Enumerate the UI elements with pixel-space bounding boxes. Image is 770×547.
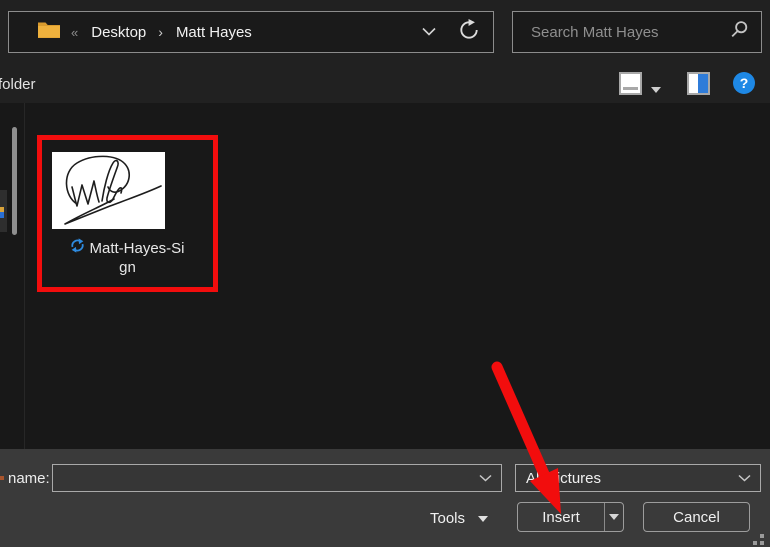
help-icon[interactable]: ? <box>733 72 755 94</box>
new-folder-button-partial[interactable]: folder <box>0 76 36 93</box>
signature-image <box>64 155 162 225</box>
file-type-chevron-down-icon[interactable] <box>738 469 751 487</box>
address-bar[interactable]: « Desktop › Matt Hayes <box>8 11 494 53</box>
breadcrumb-matt-hayes[interactable]: Matt Hayes <box>176 24 252 41</box>
breadcrumb-desktop[interactable]: Desktop <box>91 24 146 41</box>
tools-dropdown[interactable]: Tools <box>430 506 489 530</box>
insert-dropdown-caret-icon[interactable] <box>605 514 623 520</box>
resize-grip-dot[interactable] <box>760 541 764 545</box>
breadcrumb-separator-icon: › <box>158 24 163 40</box>
search-icon[interactable] <box>730 20 749 44</box>
search-box[interactable] <box>512 11 762 53</box>
sync-icon <box>70 238 85 258</box>
refresh-icon[interactable] <box>458 18 480 46</box>
tools-label: Tools <box>430 509 466 527</box>
file-type-selected: All Pictures <box>526 469 602 487</box>
file-name-chevron-down-icon[interactable] <box>479 469 492 487</box>
file-name-label: name: <box>8 470 50 487</box>
preview-pane-icon[interactable] <box>687 72 710 95</box>
file-name-combobox[interactable] <box>52 464 502 492</box>
nav-pane-divider <box>24 103 25 449</box>
file-name-input[interactable] <box>53 469 479 487</box>
resize-grip-dot[interactable] <box>753 541 757 545</box>
folder-icon <box>37 20 61 44</box>
resize-grip-dot[interactable] <box>760 534 764 538</box>
file-thumbnail[interactable] <box>52 152 165 229</box>
nav-scrollbar-thumb[interactable] <box>12 127 17 235</box>
file-type-combobox[interactable]: All Pictures <box>515 464 761 492</box>
file-label[interactable]: Matt-Hayes-Si gn <box>37 238 218 277</box>
help-glyph: ? <box>739 75 749 91</box>
cancel-button[interactable]: Cancel <box>643 502 750 532</box>
views-icon-strip <box>623 87 638 90</box>
nav-item-icon-fragment-bottom <box>0 212 4 218</box>
file-name-line1: Matt-Hayes-Si <box>89 239 185 257</box>
search-input[interactable] <box>529 22 730 42</box>
file-name-line2: gn <box>119 259 136 276</box>
breadcrumb-overflow-chevrons[interactable]: « <box>71 25 78 40</box>
insert-picture-dialog: « Desktop › Matt Hayes folder <box>0 0 770 547</box>
address-dropdown-chevron-icon[interactable] <box>422 23 436 41</box>
left-crop-artifact <box>0 476 4 480</box>
tools-caret-icon <box>478 509 489 527</box>
views-icon[interactable] <box>619 72 642 95</box>
insert-button[interactable]: Insert <box>518 509 604 526</box>
preview-pane-blue-half <box>698 74 708 93</box>
insert-split-button[interactable]: Insert <box>517 502 624 532</box>
views-dropdown-caret-icon[interactable] <box>651 80 661 98</box>
